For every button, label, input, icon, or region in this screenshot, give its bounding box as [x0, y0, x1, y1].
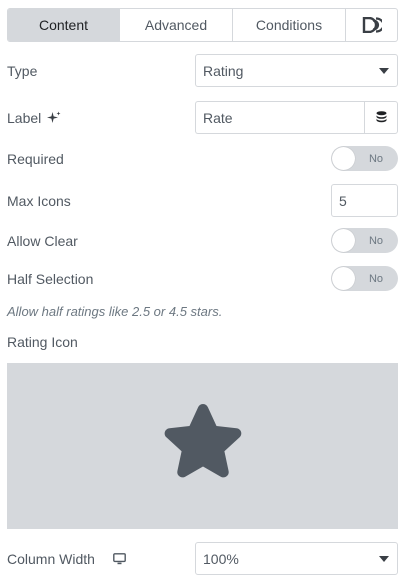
label-label: Label [7, 110, 61, 126]
type-control: Type Rating [7, 54, 398, 87]
chevron-down-icon [379, 68, 389, 74]
desktop-icon[interactable] [113, 552, 126, 565]
tab-content[interactable]: Content [8, 9, 120, 41]
half-selection-hint: Allow half ratings like 2.5 or 4.5 stars… [7, 304, 223, 319]
label-label-text: Label [7, 109, 42, 126]
icon-picker-preview[interactable] [7, 363, 398, 529]
tab-conditions[interactable]: Conditions [233, 9, 346, 41]
max-icons-label: Max Icons [7, 192, 71, 209]
dynamic-tags-button[interactable] [364, 101, 398, 134]
column-width-label: Column Width [7, 551, 126, 567]
tab-advanced[interactable]: Advanced [120, 9, 233, 41]
max-icons-control: Max Icons 5 [7, 184, 398, 217]
dynamic-d-icon [362, 17, 382, 33]
half-selection-control: Half Selection No [7, 266, 398, 291]
column-width-label-text: Column Width [7, 550, 95, 567]
type-select-value: Rating [203, 62, 244, 79]
required-control: Required No [7, 146, 398, 171]
max-icons-input[interactable]: 5 [331, 184, 398, 217]
type-label: Type [7, 62, 38, 79]
label-input[interactable]: Rate [195, 101, 365, 134]
required-toggle-state: No [368, 152, 383, 165]
label-input-value: Rate [203, 109, 233, 126]
sparkle-icon[interactable] [47, 111, 61, 125]
half-selection-toggle-state: No [368, 272, 383, 285]
panel-tabs: Content Advanced Conditions [7, 8, 398, 42]
rating-icon-label: Rating Icon [7, 334, 78, 350]
toggle-knob [332, 267, 355, 290]
column-width-value: 100% [203, 550, 239, 567]
required-toggle[interactable]: No [331, 146, 398, 171]
allow-clear-label: Allow Clear [7, 232, 78, 249]
chevron-down-icon [379, 556, 389, 562]
toggle-knob [332, 229, 355, 252]
label-control: Label Rate [7, 101, 398, 134]
type-select[interactable]: Rating [195, 54, 398, 87]
column-width-select[interactable]: 100% [195, 542, 398, 575]
database-icon [376, 111, 386, 123]
rating-icon-control: Rating Icon [7, 333, 398, 351]
half-selection-toggle[interactable]: No [331, 266, 398, 291]
allow-clear-toggle[interactable]: No [331, 228, 398, 253]
required-label: Required [7, 150, 64, 167]
tab-dynamic[interactable] [346, 9, 397, 41]
allow-clear-toggle-state: No [368, 234, 383, 247]
star-icon [164, 404, 241, 478]
half-selection-label: Half Selection [7, 270, 94, 287]
toggle-knob [332, 147, 355, 170]
max-icons-value: 5 [339, 192, 347, 209]
allow-clear-control: Allow Clear No [7, 228, 398, 253]
column-width-control: Column Width 100% [7, 542, 398, 575]
